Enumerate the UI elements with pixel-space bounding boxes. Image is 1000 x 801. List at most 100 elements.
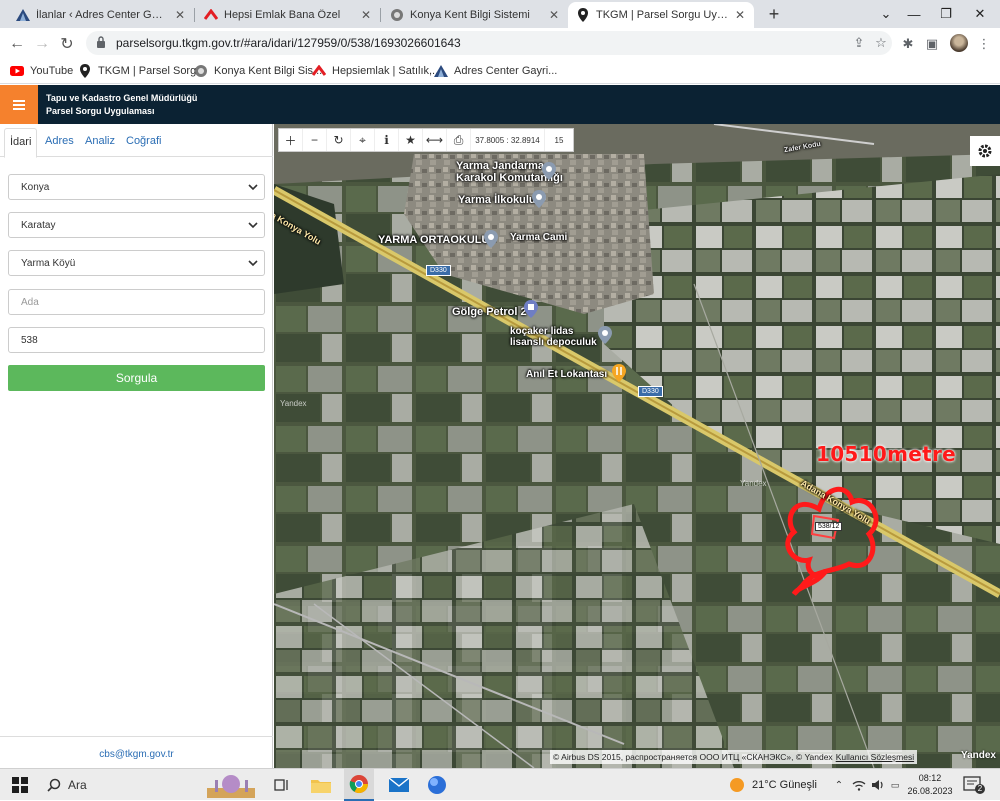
search-highlight-icon xyxy=(200,769,262,801)
new-tab-icon[interactable]: + xyxy=(764,4,784,24)
search-icon[interactable] xyxy=(44,769,64,801)
refresh-icon[interactable]: ↻ xyxy=(327,129,351,151)
poi-anil-label: Anıl Et Lokantası xyxy=(526,369,608,380)
parsel-input[interactable]: 538 xyxy=(8,327,265,353)
hepsiemlak-icon xyxy=(204,8,218,22)
youtube-icon xyxy=(10,64,24,78)
bookmarks-bar: YouTube TKGM | Parsel Sorg... Konya Kent… xyxy=(0,58,1000,84)
mail-icon[interactable] xyxy=(384,769,414,801)
windows-start-icon[interactable] xyxy=(6,769,34,801)
file-explorer-icon[interactable] xyxy=(306,769,336,801)
url-text: parselsorgu.tkgm.gov.tr/#ara/idari/12795… xyxy=(116,36,461,50)
police-pin-icon[interactable] xyxy=(542,162,556,180)
school-pin-icon[interactable] xyxy=(484,230,498,248)
browser-tab-tkgm[interactable]: TKGM | Parsel Sorgu Uygulaması ✕ xyxy=(568,2,754,28)
province-select[interactable]: Konya xyxy=(8,174,265,200)
poi-cami-label: Yarma Cami xyxy=(510,232,568,243)
adres-center-icon xyxy=(434,64,448,78)
close-tab-icon[interactable]: ✕ xyxy=(174,8,186,22)
poi-golge-label: Gölge Petrol 2 xyxy=(452,306,527,318)
minus-icon[interactable]: − xyxy=(303,129,327,151)
poi-ortaokul-label: YARMA ORTAOKULU xyxy=(378,234,490,246)
globe-app-icon[interactable] xyxy=(422,769,452,801)
search-button[interactable]: Sorgula xyxy=(8,365,265,391)
bookmark-star-icon[interactable]: ☆ xyxy=(870,35,892,51)
tab-analiz[interactable]: Analiz xyxy=(80,128,120,157)
satellite-map[interactable]: ＋ − ↻ ⌖ ℹ ★ ⟷ ⎙ 37.8005 : 32.8914 15 Yar… xyxy=(274,124,1000,768)
reload-icon[interactable]: ↻ xyxy=(56,33,78,55)
bookmark-tkgm[interactable]: TKGM | Parsel Sorg... xyxy=(78,63,205,79)
system-clock[interactable]: 08:12 26.08.2023 xyxy=(904,772,956,798)
restore-icon[interactable]: ❐ xyxy=(928,0,964,28)
minimize-icon[interactable]: — xyxy=(896,0,932,28)
address-bar[interactable]: parselsorgu.tkgm.gov.tr/#ara/idari/12795… xyxy=(86,31,892,55)
bookmark-hepsiemlak[interactable]: Hepsiemlak | Satılık,... xyxy=(312,63,441,79)
plus-icon[interactable]: ＋ xyxy=(279,129,303,151)
ada-input[interactable]: Ada xyxy=(8,289,265,315)
browser-tab-konya-kent[interactable]: Konya Kent Bilgi Sistemi ✕ xyxy=(382,2,568,28)
weather-sun-icon[interactable] xyxy=(726,769,748,801)
query-panel: İdari Adres Analiz Coğrafi Konya Karatay… xyxy=(0,124,273,768)
extensions-icon[interactable]: ✱ xyxy=(898,34,918,54)
chevron-up-icon[interactable]: ⌃ xyxy=(832,769,846,801)
contact-email-link[interactable]: cbs@tkgm.gov.tr xyxy=(0,736,273,760)
map-pin-icon xyxy=(78,64,92,78)
tab-idari[interactable]: İdari xyxy=(4,128,38,158)
forward-icon[interactable]: → xyxy=(31,33,53,55)
fuel-pin-icon[interactable] xyxy=(524,300,538,318)
konya-kent-icon xyxy=(390,8,404,22)
yandex-logo: Yandex xyxy=(960,750,996,761)
measure-icon[interactable]: ⟷ xyxy=(423,129,447,151)
close-window-icon[interactable]: ✕ xyxy=(962,0,998,28)
windows-taskbar: Ara 21°C Güneşli ⌃ ▭ 08:12 26.08.2023 2 xyxy=(0,768,1000,801)
back-icon[interactable]: ← xyxy=(6,33,28,55)
share-icon[interactable]: ⇪ xyxy=(848,35,870,51)
school-pin-icon[interactable] xyxy=(532,190,546,208)
poi-ilkokul-label: Yarma İlkokulu xyxy=(458,194,536,206)
volume-icon[interactable] xyxy=(870,769,886,801)
profile-avatar[interactable] xyxy=(950,34,968,52)
chevron-down-icon xyxy=(248,260,258,267)
browser-menu-icon[interactable]: ⋮ xyxy=(974,34,994,54)
tab-adres[interactable]: Adres xyxy=(40,128,79,157)
notification-count-badge: 2 xyxy=(975,784,985,794)
side-panel-icon[interactable]: ▣ xyxy=(922,34,942,54)
neighborhood-select[interactable]: Yarma Köyü xyxy=(8,250,265,276)
bookmark-youtube[interactable]: YouTube xyxy=(10,63,73,79)
restaurant-pin-icon[interactable] xyxy=(612,364,626,382)
warehouse-pin-icon[interactable] xyxy=(598,326,612,344)
weather-text[interactable]: 21°C Güneşli xyxy=(752,779,817,791)
close-tab-icon[interactable]: ✕ xyxy=(548,8,560,22)
coordinate-readout: 37.8005 : 32.8914 xyxy=(471,129,545,151)
browser-tab-bar: İlanlar ‹ Adres Center Gayrimenku ✕ Heps… xyxy=(0,0,1000,28)
info-icon[interactable]: ℹ xyxy=(375,129,399,151)
road-tag-d330: D330 xyxy=(638,386,663,397)
distance-annotation: 10510metre xyxy=(816,442,956,466)
tab-cografi[interactable]: Coğrafi xyxy=(121,128,166,157)
gear-icon[interactable] xyxy=(970,136,1000,166)
hamburger-menu-button[interactable] xyxy=(0,85,38,124)
close-tab-icon[interactable]: ✕ xyxy=(360,8,372,22)
print-icon[interactable]: ⎙ xyxy=(447,129,471,151)
task-view-icon[interactable] xyxy=(270,769,294,801)
battery-icon[interactable]: ▭ xyxy=(888,769,902,801)
app-header: Tapu ve Kadastro Genel Müdürlüğü Parsel … xyxy=(0,85,1000,124)
star-icon[interactable]: ★ xyxy=(399,129,423,151)
taskbar-search-box[interactable]: Ara xyxy=(68,778,87,792)
map-attribution: © Airbus DS 2015, распространяется ООО И… xyxy=(550,750,918,764)
zoom-level: 15 xyxy=(554,135,564,145)
district-select[interactable]: Karatay xyxy=(8,212,265,238)
browser-tab-adres-center[interactable]: İlanlar ‹ Adres Center Gayrimenku ✕ xyxy=(8,2,194,28)
chrome-icon[interactable] xyxy=(344,769,374,801)
bookmark-adres-center[interactable]: Adres Center Gayri... xyxy=(434,63,557,79)
parcel-number-label: 538/12 xyxy=(815,522,843,531)
close-tab-icon[interactable]: ✕ xyxy=(734,8,746,22)
menu-icon xyxy=(13,99,25,110)
browser-tab-hepsiemlak[interactable]: Hepsi Emlak Bana Özel ✕ xyxy=(196,2,380,28)
network-icon[interactable] xyxy=(850,769,868,801)
map-toolbar: ＋ − ↻ ⌖ ℹ ★ ⟷ ⎙ 37.8005 : 32.8914 15 xyxy=(278,128,574,152)
tab-divider xyxy=(380,8,381,22)
terms-link[interactable]: Kullanıcı Sözleşmesi xyxy=(836,752,914,762)
crosshair-icon[interactable]: ⌖ xyxy=(351,129,375,151)
bookmark-konya-kent[interactable]: Konya Kent Bilgi Sis... xyxy=(194,63,322,79)
